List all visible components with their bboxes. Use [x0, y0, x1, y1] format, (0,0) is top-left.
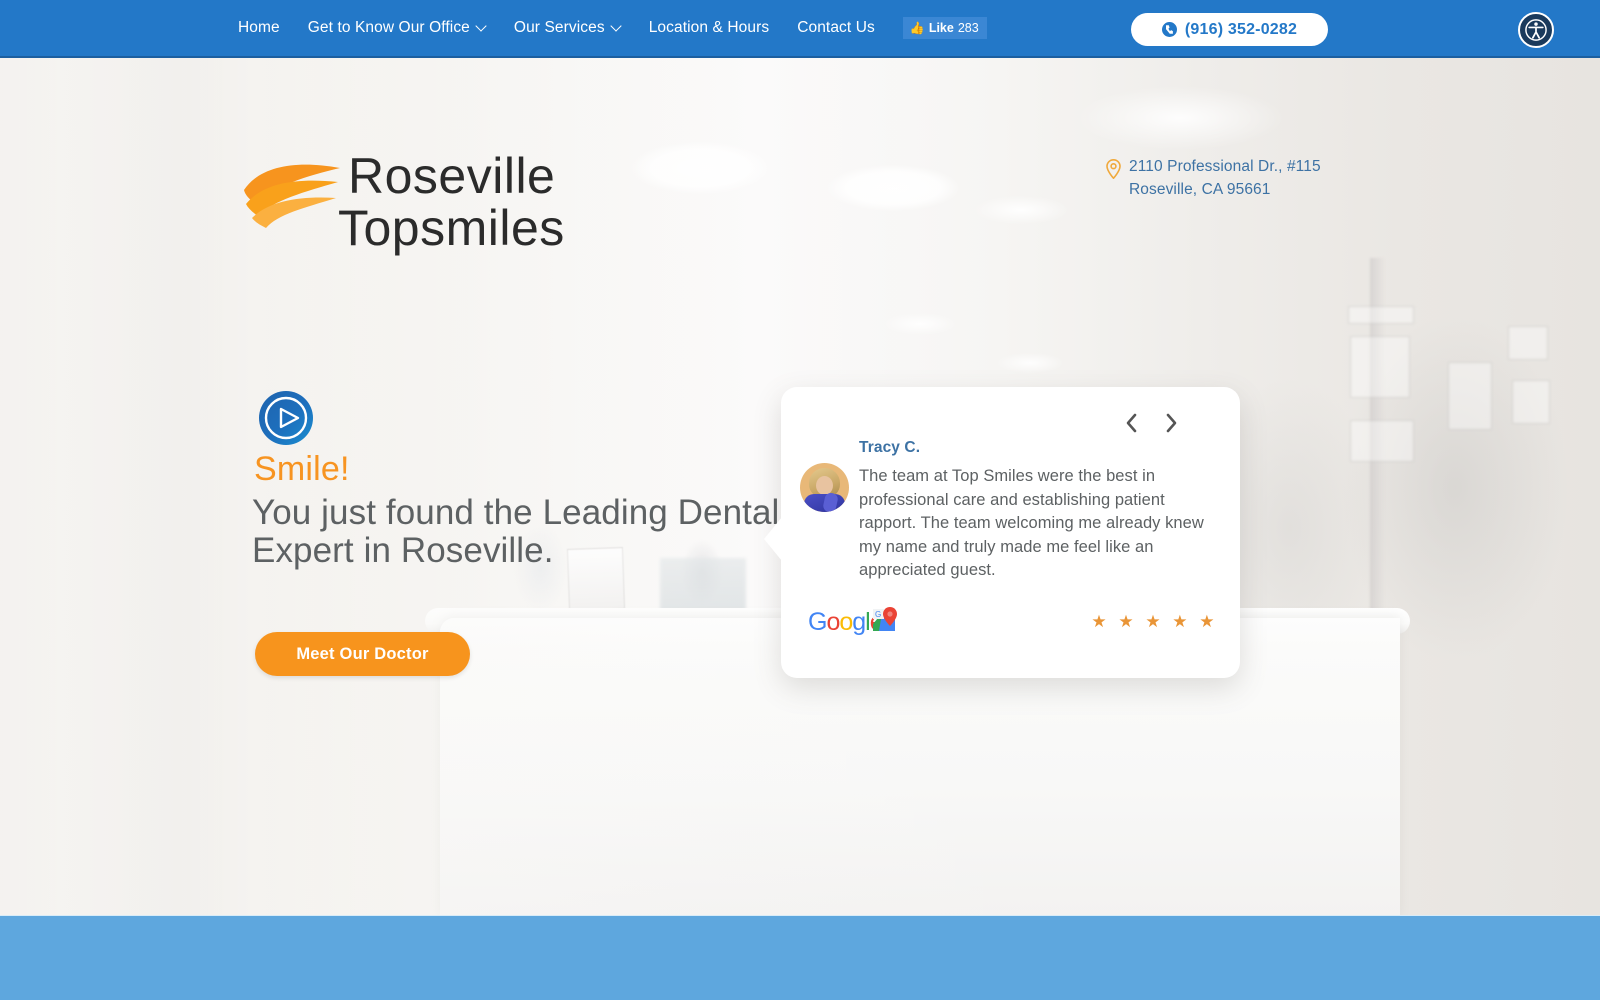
accessibility-icon: [1525, 19, 1547, 41]
phone-number-label: (916) 352-0282: [1184, 20, 1298, 38]
site-logo[interactable]: Roseville Topsmiles: [240, 150, 565, 254]
thumbs-up-icon: 👍️: [909, 21, 925, 35]
chevron-down-icon: [477, 22, 486, 31]
nav-item-our-services[interactable]: Our Services: [500, 0, 635, 56]
reviewer-avatar: [800, 463, 849, 512]
testimonial-card: Tracy C. The team at Top Smiles were the…: [764, 387, 1240, 678]
nav-item-location-hours[interactable]: Location & Hours: [635, 0, 784, 56]
nav-item-get-to-know-our-office[interactable]: Get to Know Our Office: [294, 0, 500, 56]
logo-line-2: Topsmiles: [338, 200, 565, 256]
testimonial-carousel-nav: [1122, 410, 1180, 436]
logo-wordmark: Roseville Topsmiles: [338, 150, 565, 254]
address-lines: 2110 Professional Dr., #115 Roseville, C…: [1129, 155, 1321, 201]
flame-swoosh-logo-icon: [244, 164, 340, 228]
google-letter-g: G: [808, 608, 827, 636]
hero-eyebrow: Smile!: [254, 450, 350, 488]
play-video-button[interactable]: [255, 390, 317, 446]
primary-navigation-bar: Home Get to Know Our Office Our Services…: [0, 0, 1600, 58]
nav-item-contact-us[interactable]: Contact Us: [783, 0, 889, 56]
like-label: Like: [928, 21, 954, 35]
bottom-section-band: [0, 915, 1600, 1000]
google-letter-o1: o: [826, 608, 840, 636]
accessibility-menu-button[interactable]: [1518, 12, 1554, 48]
nav-item-location-hours-label: Location & Hours: [648, 19, 770, 36]
nav-item-home-label: Home: [238, 19, 280, 36]
google-letter-g2: g: [852, 608, 866, 636]
chevron-left-icon: [1126, 413, 1136, 433]
phone-call-button[interactable]: (916) 352-0282: [1131, 13, 1328, 46]
chevron-down-icon: [612, 22, 621, 31]
nav-item-get-to-know-our-office-label: Get to Know Our Office: [307, 19, 470, 36]
testimonial-author: Tracy C.: [859, 439, 921, 456]
nav-item-contact-us-label: Contact Us: [797, 19, 875, 36]
like-count: 283: [957, 21, 979, 35]
google-letter-o2: o: [839, 608, 853, 636]
nav-item-our-services-label: Our Services: [513, 19, 605, 36]
phone-icon: [1161, 22, 1177, 37]
location-pin-icon: [1106, 159, 1121, 179]
svg-text:G: G: [875, 610, 881, 619]
meet-our-doctor-button[interactable]: Meet Our Doctor: [255, 632, 470, 676]
testimonial-star-rating: ★ ★ ★ ★ ★: [1091, 612, 1218, 631]
testimonial-next-button[interactable]: [1162, 410, 1180, 436]
office-address[interactable]: 2110 Professional Dr., #115 Roseville, C…: [1106, 155, 1346, 201]
address-line-2: Roseville, CA 95661: [1129, 181, 1271, 198]
chevron-right-icon: [1166, 413, 1176, 433]
address-line-1: 2110 Professional Dr., #115: [1129, 158, 1321, 175]
google-maps-pin-icon: G: [873, 607, 897, 631]
testimonial-prev-button[interactable]: [1122, 410, 1140, 436]
testimonial-footer: Google G ★ ★ ★ ★ ★: [781, 601, 1240, 641]
logo-line-1: Roseville: [348, 148, 556, 204]
page-root: Roseville Topsmiles 2110 Professional Dr…: [0, 0, 1600, 1000]
hero-section: Roseville Topsmiles 2110 Professional Dr…: [0, 58, 1600, 915]
nav-links: Home Get to Know Our Office Our Services…: [238, 0, 987, 56]
facebook-like-button[interactable]: 👍️ Like 283: [902, 17, 987, 39]
nav-item-home[interactable]: Home: [238, 0, 294, 56]
testimonial-body: The team at Top Smiles were the best in …: [859, 467, 1204, 579]
play-circle-icon: [259, 391, 313, 445]
